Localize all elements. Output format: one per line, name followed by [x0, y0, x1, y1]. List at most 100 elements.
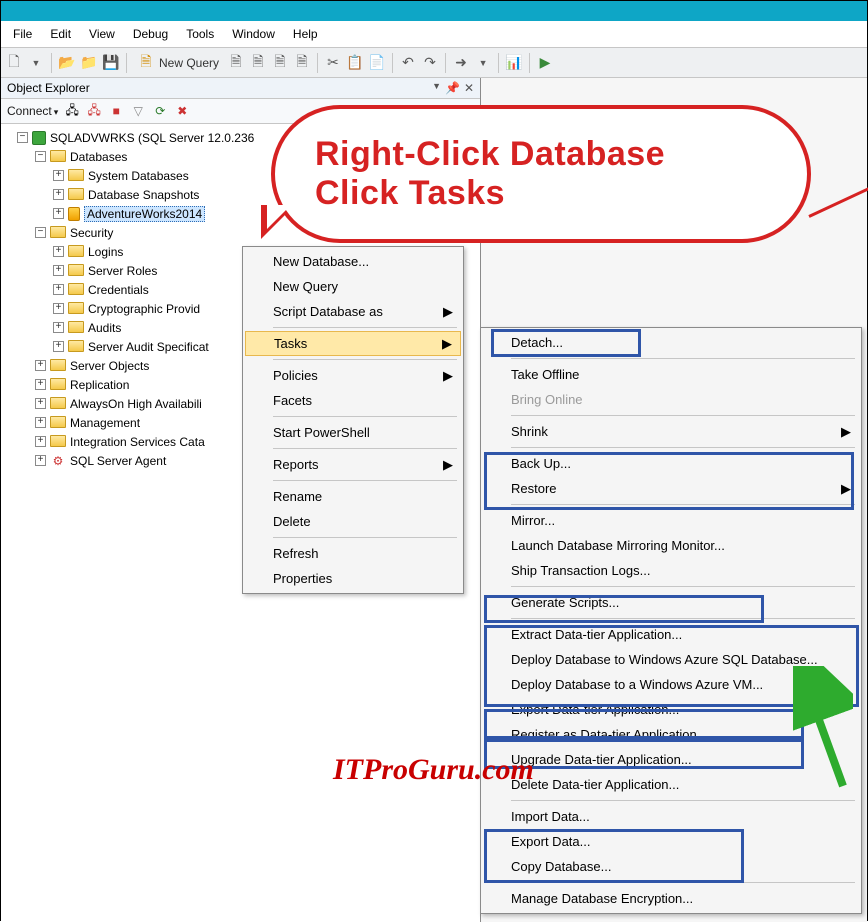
menu-debug[interactable]: Debug [125, 24, 176, 44]
tree-sql-server-agent[interactable]: SQL Server Agent [70, 454, 166, 468]
menu-start-powershell[interactable]: Start PowerShell [245, 420, 461, 445]
tree-replication[interactable]: Replication [70, 378, 129, 392]
pin-icon[interactable]: 📌 [445, 81, 460, 95]
expand-icon[interactable]: + [53, 189, 64, 200]
menu-copy-database[interactable]: Copy Database... [483, 854, 859, 879]
save-icon[interactable]: 💾 [102, 54, 120, 72]
menu-mirror[interactable]: Mirror... [483, 508, 859, 533]
collapse-icon[interactable]: − [35, 151, 46, 162]
dropdown2-icon[interactable]: ▼ [474, 54, 492, 72]
connect-button[interactable]: Connect▾ [7, 104, 58, 118]
menu-import-data[interactable]: Import Data... [483, 804, 859, 829]
expand-icon[interactable]: + [53, 170, 64, 181]
activity-monitor-icon[interactable]: 📊 [505, 54, 523, 72]
menu-script-database[interactable]: Script Database as▶ [245, 299, 461, 324]
tree-server-objects[interactable]: Server Objects [70, 359, 149, 373]
tree-system-databases[interactable]: System Databases [88, 169, 189, 183]
tree-alwayson[interactable]: AlwaysOn High Availabili [70, 397, 202, 411]
expand-icon[interactable]: + [53, 284, 64, 295]
menu-edit[interactable]: Edit [42, 24, 79, 44]
menu-ship-logs[interactable]: Ship Transaction Logs... [483, 558, 859, 583]
expand-icon[interactable]: + [53, 322, 64, 333]
menu-new-query[interactable]: New Query [245, 274, 461, 299]
expand-icon[interactable]: + [53, 265, 64, 276]
navigate-icon[interactable]: ➜ [452, 54, 470, 72]
db-engine-query-icon[interactable]: 🗎 [227, 54, 245, 72]
menu-tasks[interactable]: Tasks▶ [245, 331, 461, 356]
open-icon[interactable]: 📂 [58, 54, 76, 72]
connect-server-icon[interactable]: 🖧 [64, 103, 80, 119]
expand-icon[interactable]: + [35, 417, 46, 428]
dropdown-icon[interactable]: ▼ [432, 81, 441, 95]
stop-icon[interactable]: ■ [108, 103, 124, 119]
menu-restore[interactable]: Restore▶ [483, 476, 859, 501]
expand-icon[interactable]: + [35, 455, 46, 466]
tree-integration-services[interactable]: Integration Services Cata [70, 435, 205, 449]
tree-crypto-providers[interactable]: Cryptographic Provid [88, 302, 200, 316]
collapse-icon[interactable]: − [35, 227, 46, 238]
tree-management[interactable]: Management [70, 416, 140, 430]
filter-icon[interactable]: ▽ [130, 103, 146, 119]
new-project-icon[interactable]: 🗋 [5, 54, 23, 72]
tree-databases[interactable]: Databases [70, 150, 127, 164]
tree-server-audit-spec[interactable]: Server Audit Specificat [88, 340, 209, 354]
expand-icon[interactable]: + [53, 246, 64, 257]
menu-extract-dta[interactable]: Extract Data-tier Application... [483, 622, 859, 647]
collapse-icon[interactable]: − [17, 132, 28, 143]
menu-take-offline[interactable]: Take Offline [483, 362, 859, 387]
tree-logins[interactable]: Logins [88, 245, 123, 259]
menu-detach[interactable]: Detach... [483, 330, 859, 355]
tree-server-roles[interactable]: Server Roles [88, 264, 157, 278]
menu-delete[interactable]: Delete [245, 509, 461, 534]
mdx-query-icon[interactable]: 🗎 [249, 54, 267, 72]
copy-icon[interactable]: 📋 [346, 54, 364, 72]
menu-refresh[interactable]: Refresh [245, 541, 461, 566]
menu-file[interactable]: File [5, 24, 40, 44]
redo-icon[interactable]: ↷ [421, 54, 439, 72]
new-query-button[interactable]: 🗎 New Query [133, 54, 223, 72]
expand-icon[interactable]: + [35, 436, 46, 447]
menu-shrink[interactable]: Shrink▶ [483, 419, 859, 444]
menu-facets[interactable]: Facets [245, 388, 461, 413]
expand-icon[interactable]: + [53, 208, 64, 219]
cut-icon[interactable]: ✂ [324, 54, 342, 72]
tree-credentials[interactable]: Credentials [88, 283, 149, 297]
tree-audits[interactable]: Audits [88, 321, 121, 335]
menu-policies[interactable]: Policies▶ [245, 363, 461, 388]
menu-rename[interactable]: Rename [245, 484, 461, 509]
x-icon[interactable]: ✖ [174, 103, 190, 119]
menu-tools[interactable]: Tools [178, 24, 222, 44]
undo-icon[interactable]: ↶ [399, 54, 417, 72]
tree-server[interactable]: SQLADVWRKS (SQL Server 12.0.236 [50, 131, 254, 145]
menu-generate-scripts[interactable]: Generate Scripts... [483, 590, 859, 615]
menu-reports[interactable]: Reports▶ [245, 452, 461, 477]
refresh-icon[interactable]: ⟳ [152, 103, 168, 119]
disconnect-icon[interactable]: 🖧 [86, 103, 102, 119]
close-icon[interactable]: ✕ [464, 81, 474, 95]
expand-icon[interactable]: + [35, 398, 46, 409]
menu-window[interactable]: Window [224, 24, 283, 44]
bubble-tail [267, 205, 291, 229]
start-debug-icon[interactable]: ▶ [536, 54, 554, 72]
agent-icon: ⚙ [50, 453, 66, 469]
menu-manage-encryption[interactable]: Manage Database Encryption... [483, 886, 859, 911]
menu-view[interactable]: View [81, 24, 123, 44]
menu-help[interactable]: Help [285, 24, 326, 44]
tree-security[interactable]: Security [70, 226, 113, 240]
expand-icon[interactable]: + [53, 303, 64, 314]
expand-icon[interactable]: + [53, 341, 64, 352]
menu-back-up[interactable]: Back Up... [483, 451, 859, 476]
dmx-query-icon[interactable]: 🗎 [271, 54, 289, 72]
xmla-query-icon[interactable]: 🗎 [293, 54, 311, 72]
menu-launch-mirroring[interactable]: Launch Database Mirroring Monitor... [483, 533, 859, 558]
open-file-icon[interactable]: 📁 [80, 54, 98, 72]
expand-icon[interactable]: + [35, 379, 46, 390]
menu-export-data[interactable]: Export Data... [483, 829, 859, 854]
menu-new-database[interactable]: New Database... [245, 249, 461, 274]
tree-database-snapshots[interactable]: Database Snapshots [88, 188, 199, 202]
menu-properties[interactable]: Properties [245, 566, 461, 591]
expand-icon[interactable]: + [35, 360, 46, 371]
paste-icon[interactable]: 📄 [368, 54, 386, 72]
dropdown-icon[interactable]: ▼ [27, 54, 45, 72]
tree-adventureworks[interactable]: AdventureWorks2014 [84, 206, 205, 222]
